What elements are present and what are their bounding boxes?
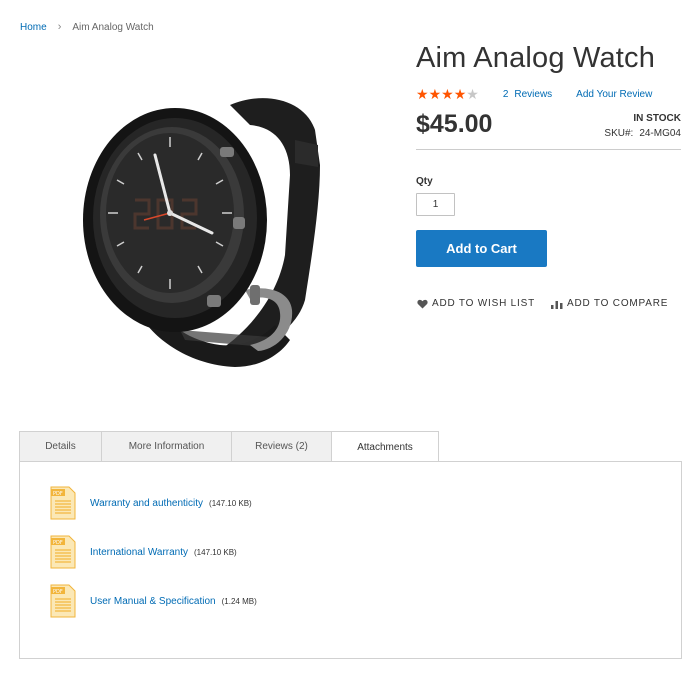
attachment-size: (1.24 MB) (221, 596, 257, 606)
info-divider (416, 149, 681, 150)
attachments-panel: PDF Warranty and authenticity (147.10 KB… (19, 461, 682, 659)
add-review-link[interactable]: Add Your Review (576, 89, 652, 100)
product-image[interactable] (80, 85, 330, 375)
attachment-item: PDF International Warranty (147.10 KB) (50, 535, 237, 569)
svg-text:PDF: PDF (53, 540, 63, 546)
qty-label: Qty (416, 176, 433, 187)
compare-icon (551, 300, 563, 309)
watch-image (83, 98, 320, 367)
stock-status: IN STOCK (633, 113, 681, 124)
add-to-wishlist-button[interactable]: ADD TO WISH LIST (417, 298, 535, 309)
svg-text:PDF: PDF (53, 491, 63, 497)
reviews-link[interactable]: 2 Reviews (503, 89, 552, 100)
attachment-link[interactable]: International Warranty (90, 547, 188, 558)
pdf-file-icon[interactable]: PDF (50, 486, 76, 520)
attachment-size: (147.10 KB) (194, 547, 237, 557)
product-actions: ADD TO WISH LIST ADD TO COMPARE (417, 298, 684, 309)
qty-input[interactable] (416, 193, 455, 216)
breadcrumb-current: Aim Analog Watch (72, 21, 154, 33)
reviews-count: 2 (502, 88, 509, 100)
pdf-file-icon[interactable]: PDF (50, 584, 76, 618)
product-sku: SKU#: 24-MG04 (604, 128, 681, 139)
star-icon: ★ (416, 86, 429, 102)
rating-summary: ★★★★★ 2 Reviews Add Your Review (416, 87, 652, 101)
attachment-item: PDF Warranty and authenticity (147.10 KB… (50, 486, 252, 520)
rating-stars: ★★★★★ (416, 87, 479, 101)
tab-more-information[interactable]: More Information (101, 431, 231, 462)
product-title: Aim Analog Watch (416, 42, 656, 74)
breadcrumb: Home › Aim Analog Watch (20, 21, 154, 33)
star-icon: ★ (428, 86, 442, 102)
pdf-file-icon[interactable]: PDF (50, 535, 76, 569)
attachment-size: (147.10 KB) (209, 498, 252, 508)
add-to-cart-button[interactable]: Add to Cart (416, 230, 547, 267)
breadcrumb-separator: › (57, 21, 62, 33)
attachment-item: PDF User Manual & Specification (1.24 MB… (50, 584, 257, 618)
attachment-link[interactable]: User Manual & Specification (90, 596, 216, 607)
breadcrumb-home-link[interactable]: Home (20, 22, 47, 33)
star-icon: ★ (453, 86, 467, 102)
reviews-label: Reviews (514, 88, 553, 100)
attachment-link[interactable]: Warranty and authenticity (90, 498, 203, 509)
star-icon: ★ (441, 86, 454, 102)
tab-attachments[interactable]: Attachments (331, 431, 439, 463)
sku-value: 24-MG04 (639, 128, 681, 139)
tab-details[interactable]: Details (19, 431, 101, 462)
wishlist-label: ADD TO WISH LIST (432, 298, 535, 309)
tab-reviews[interactable]: Reviews (2) (231, 431, 331, 462)
product-tabs: Details More Information Reviews (2) Att… (19, 431, 439, 463)
product-price: $45.00 (416, 110, 493, 138)
add-to-compare-button[interactable]: ADD TO COMPARE (551, 298, 668, 309)
sku-label: SKU#: (604, 128, 634, 139)
svg-text:PDF: PDF (53, 589, 63, 595)
heart-icon (417, 299, 428, 309)
star-empty-icon: ★ (466, 86, 479, 102)
compare-label: ADD TO COMPARE (567, 298, 669, 309)
